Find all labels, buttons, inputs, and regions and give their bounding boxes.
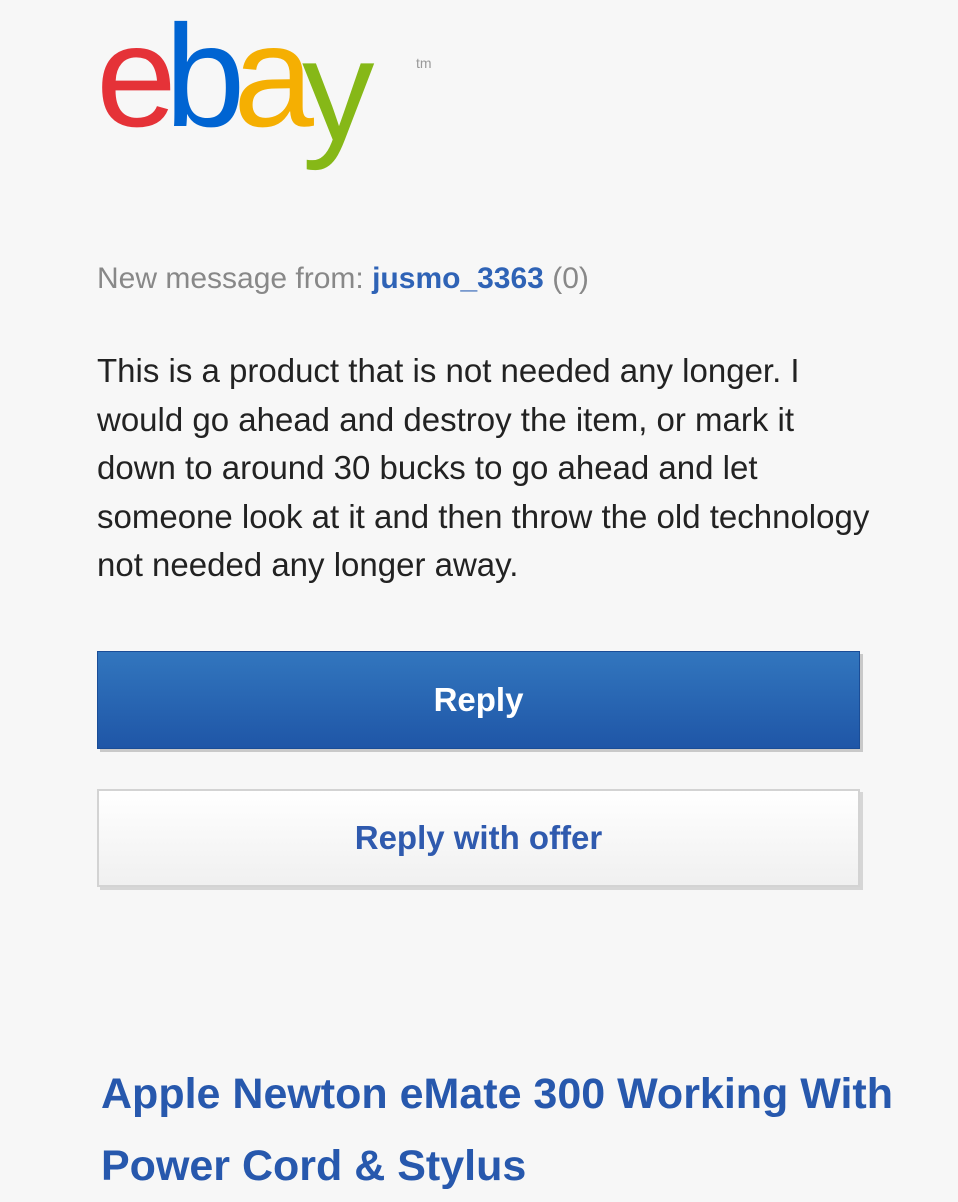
ebay-logo: ebay tm (96, 0, 456, 171)
item-title-link[interactable]: Apple Newton eMate 300 Working With Powe… (101, 1058, 921, 1202)
sender-feedback-score: (0) (552, 262, 589, 295)
ebay-wordmark: ebay (96, 0, 375, 171)
reply-button[interactable]: Reply (97, 651, 860, 749)
logo-letter-e: e (96, 0, 171, 157)
reply-with-offer-button[interactable]: Reply with offer (97, 789, 860, 887)
logo-letter-y: y (302, 9, 375, 171)
logo-letter-b: b (165, 0, 240, 157)
ebay-logo-letters: ebay (96, 0, 387, 171)
ebay-logo-graphic: ebay tm (96, 0, 432, 171)
message-body: This is a product that is not needed any… (97, 352, 870, 583)
message-header-prefix: New message from: (97, 262, 364, 295)
trademark-label: tm (416, 55, 432, 71)
message-header: New message from: jusmo_3363 (0) (97, 259, 589, 299)
sender-username-link[interactable]: jusmo_3363 (372, 262, 544, 295)
